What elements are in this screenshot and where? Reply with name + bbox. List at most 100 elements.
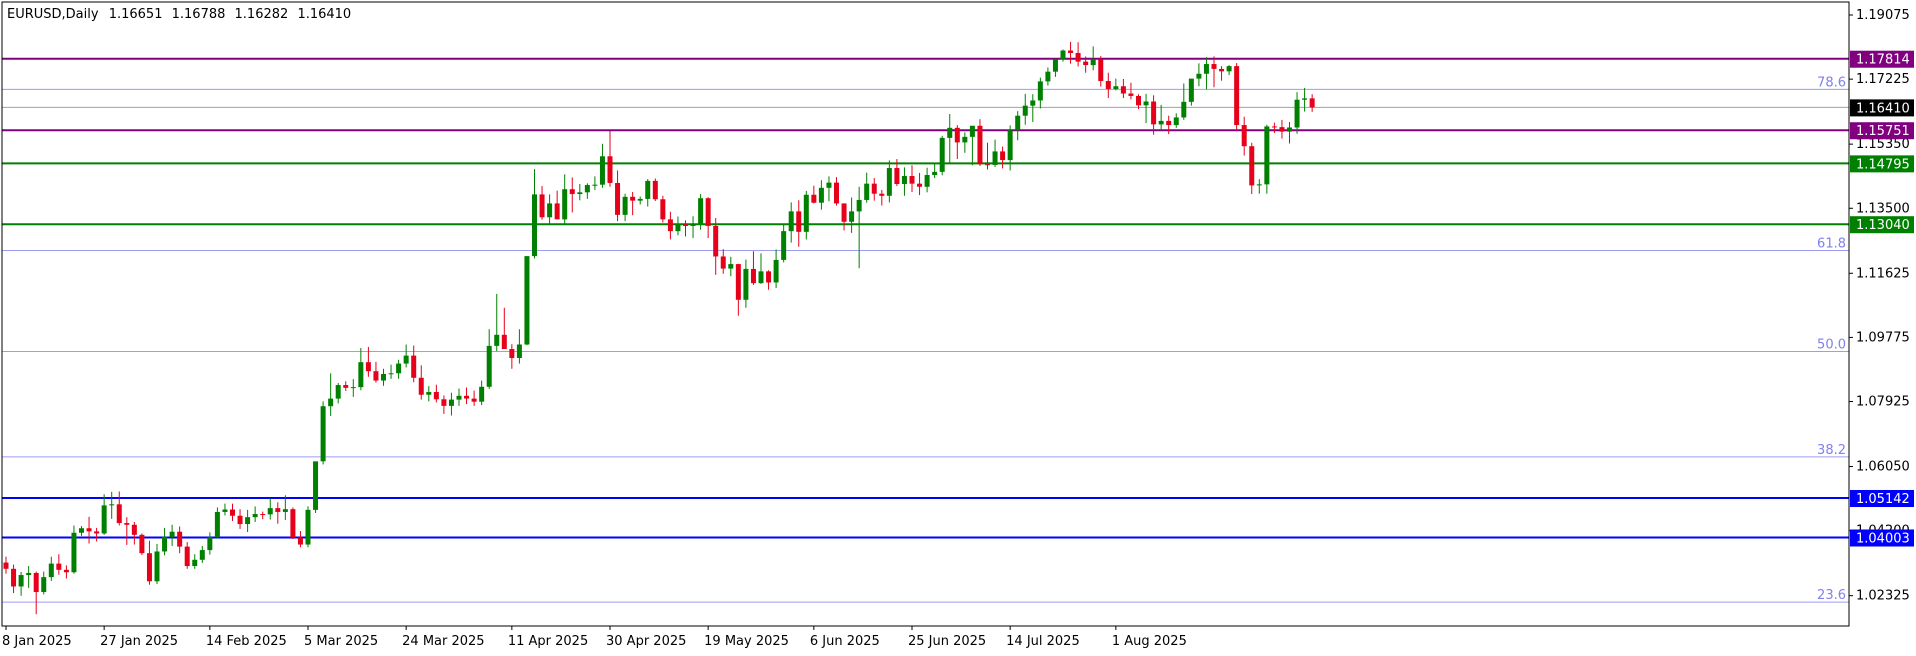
candle-body <box>969 125 975 137</box>
price-label-text: 1.13040 <box>1856 218 1910 233</box>
candle[interactable] <box>313 461 319 513</box>
price-label-text: 1.16410 <box>1856 101 1910 116</box>
candle[interactable] <box>1188 78 1194 106</box>
candle-body <box>365 362 371 372</box>
candle[interactable] <box>1264 124 1270 194</box>
candle-body <box>1151 101 1157 125</box>
candle-body <box>886 168 892 196</box>
candle-body <box>1271 126 1277 128</box>
candle[interactable] <box>652 178 658 201</box>
candle-body <box>622 196 628 215</box>
candle[interactable] <box>524 256 530 346</box>
candle-body <box>1007 130 1013 161</box>
candle[interactable] <box>214 507 220 539</box>
candle-body <box>509 349 515 359</box>
candle[interactable] <box>139 533 145 555</box>
candle[interactable] <box>305 506 311 548</box>
candle-body <box>275 508 281 512</box>
candle[interactable] <box>290 507 296 539</box>
y-tick-label: 1.06050 <box>1856 460 1910 475</box>
candle-body <box>901 176 907 184</box>
candle[interactable] <box>320 401 326 465</box>
candle-body <box>1052 59 1058 72</box>
candle[interactable] <box>660 195 666 223</box>
candle-body <box>743 268 749 300</box>
fib-label: 61.8 <box>1817 237 1846 252</box>
candle-body <box>343 385 349 388</box>
candle-body <box>26 572 32 576</box>
candle-body <box>554 203 560 220</box>
candle-body <box>373 371 379 381</box>
candle-body <box>592 184 598 186</box>
candle-body <box>109 504 115 506</box>
candle-body <box>675 223 681 232</box>
candle-body <box>1000 151 1006 161</box>
candle-body <box>962 136 968 143</box>
candle-body <box>1113 86 1119 90</box>
candle-body <box>1030 100 1036 106</box>
candle-body <box>1090 59 1096 66</box>
candle-body <box>448 399 454 406</box>
candle-body <box>131 524 137 535</box>
candle-body <box>282 509 288 512</box>
candle-body <box>63 569 69 573</box>
candle-body <box>532 194 537 257</box>
x-tick-label: 8 Jan 2025 <box>2 634 72 649</box>
candle-body <box>418 377 424 395</box>
candle-body <box>607 156 613 183</box>
chart-root[interactable]: 78.6 61.8 50.0 38.2 23.6 1.19075 1.17225 1.153… <box>0 0 1916 652</box>
candle-body <box>924 174 930 187</box>
candle-body <box>313 461 319 510</box>
level-price-label: 1.14795 <box>1850 155 1914 173</box>
x-tick-label: 24 Mar 2025 <box>402 634 484 649</box>
candle[interactable] <box>939 135 945 176</box>
candle-body <box>781 231 787 260</box>
header-close: 1.16410 <box>297 7 351 22</box>
candle-body <box>162 536 168 552</box>
candle-body <box>917 183 923 187</box>
candle-body <box>1083 61 1089 66</box>
candle-body <box>1264 126 1270 185</box>
candle-body <box>992 151 998 165</box>
candle-body <box>1226 66 1232 72</box>
candle-body <box>1166 120 1172 126</box>
candle-body <box>79 528 84 533</box>
current-price-label: 1.16410 <box>1850 99 1914 117</box>
candle-body <box>1203 64 1209 74</box>
header-info: EURUSD,Daily 1.16651 1.16788 1.16282 1.1… <box>7 7 351 22</box>
candle-body <box>245 517 251 525</box>
candle-body <box>750 268 756 284</box>
candle-body <box>652 180 658 200</box>
candle-body <box>252 514 258 518</box>
candle-body <box>547 203 553 218</box>
candle-body <box>328 398 334 407</box>
candle-body <box>494 334 500 346</box>
candle-body <box>728 264 734 269</box>
fib-label: 50.0 <box>1817 337 1846 352</box>
candle-body <box>1068 50 1074 53</box>
candle-body <box>569 189 575 195</box>
candle-body <box>1188 78 1194 102</box>
candle[interactable] <box>1234 63 1240 131</box>
candle-body <box>1234 66 1240 126</box>
candle-body <box>116 504 122 524</box>
candle-body <box>396 363 402 374</box>
level-price-label: 1.04003 <box>1850 529 1914 547</box>
candle[interactable] <box>977 119 983 166</box>
candle-body <box>350 387 356 389</box>
candle-body <box>214 511 220 538</box>
x-tick-label: 11 Apr 2025 <box>508 634 588 649</box>
candle-body <box>894 168 900 184</box>
candle-body <box>207 537 213 551</box>
candle-body <box>56 563 62 570</box>
price-label-text: 1.17814 <box>1856 53 1910 68</box>
candle-body <box>426 392 432 395</box>
candle-body <box>954 127 960 143</box>
candle-body <box>1015 115 1021 131</box>
candle-body <box>486 345 492 387</box>
price-chart[interactable]: 78.6 61.8 50.0 38.2 23.6 1.19075 1.17225 1.153… <box>0 0 1916 652</box>
candle-body <box>237 515 243 525</box>
candle-body <box>41 577 47 593</box>
price-label-text: 1.05142 <box>1856 492 1910 507</box>
candle-body <box>524 256 530 345</box>
